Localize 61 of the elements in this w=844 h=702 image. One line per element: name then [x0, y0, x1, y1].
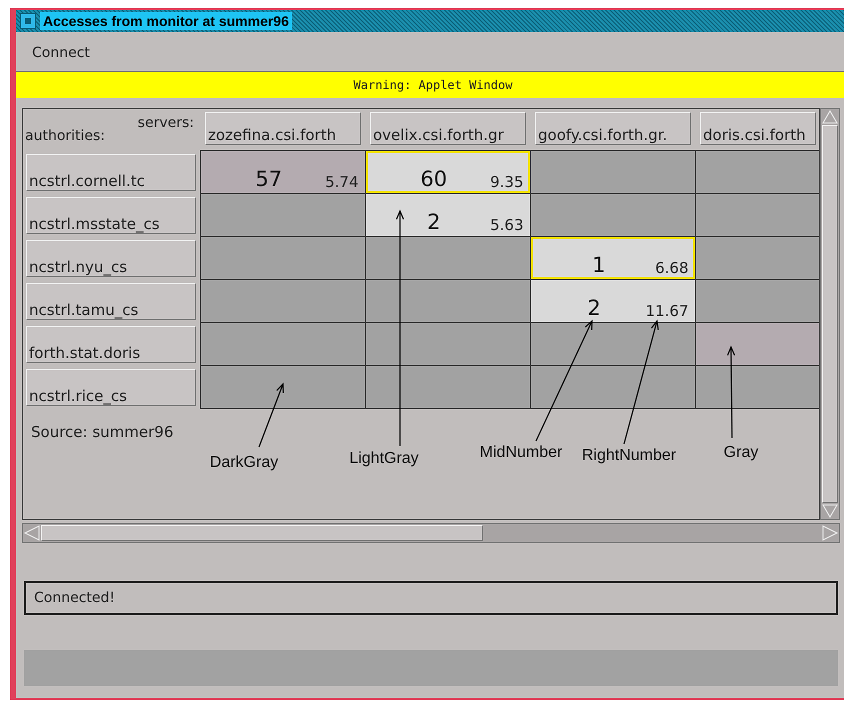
mid-number: 1 [591, 252, 606, 276]
scroll-thumb[interactable] [41, 525, 483, 541]
authority-button[interactable]: ncstrl.nyu_cs [26, 240, 196, 277]
authority-button[interactable]: ncstrl.msstate_cs [26, 197, 196, 234]
matrix-cell[interactable] [530, 192, 696, 236]
matrix-cell[interactable]: 57 5.74 [200, 150, 366, 194]
matrix-cell[interactable] [364, 322, 530, 366]
authority-button[interactable]: ncstrl.tamu_cs [26, 283, 196, 320]
window-title: Accesses from monitor at summer96 [40, 12, 292, 30]
authorities-label: authorities: [25, 128, 106, 144]
right-number: 9.35 [490, 172, 524, 190]
window-menu-button[interactable] [20, 13, 36, 29]
server-header-button[interactable]: goofy.csi.forth.gr. [535, 112, 691, 145]
authority-button[interactable]: ncstrl.rice_cs [26, 369, 196, 406]
matrix-cell[interactable] [694, 322, 819, 366]
matrix-cell[interactable] [200, 322, 366, 366]
matrix-cell[interactable] [200, 236, 366, 280]
mid-number: 2 [426, 210, 442, 234]
matrix-cell[interactable] [530, 322, 696, 366]
mid-number: 60 [419, 166, 448, 190]
matrix-cell[interactable]: 1 6.68 [530, 236, 696, 280]
window-menu-icon [25, 18, 31, 24]
horizontal-scrollbar[interactable] [22, 523, 840, 543]
matrix-cell[interactable] [694, 150, 819, 194]
annotation-label: DarkGray [210, 454, 278, 472]
matrix-cell[interactable] [694, 192, 819, 236]
authority-button[interactable]: ncstrl.cornell.tc [26, 154, 196, 191]
matrix-cell[interactable] [364, 278, 530, 322]
matrix-cell[interactable]: 2 5.63 [364, 192, 530, 236]
mid-number: 57 [254, 166, 284, 190]
annotation-arrow [258, 382, 284, 448]
server-header-button[interactable]: zozefina.csi.forth [205, 112, 361, 145]
warning-text: Warning: Applet Window [354, 78, 512, 92]
matrix-cell[interactable] [200, 278, 366, 322]
annotation-label: LightGray [349, 450, 419, 468]
server-header-button[interactable]: doris.csi.forth [700, 112, 816, 145]
authority-button[interactable]: forth.stat.doris [26, 326, 196, 363]
annotation-label: MidNumber [480, 444, 562, 462]
matrix-cell[interactable] [200, 192, 366, 236]
server-header-button[interactable]: ovelix.csi.forth.gr [370, 112, 526, 145]
right-number: 5.74 [325, 172, 358, 190]
matrix-cell[interactable] [200, 364, 366, 408]
matrix-cell[interactable]: 2 11.67 [530, 278, 696, 322]
matrix-cell[interactable]: 60 9.35 [364, 150, 530, 194]
mid-number: 2 [586, 296, 602, 320]
status-text: Connected! [34, 590, 115, 606]
matrix-cell[interactable] [364, 364, 530, 408]
annotation-label: RightNumber [582, 447, 676, 465]
annotation-label: Gray [724, 444, 758, 462]
source-text: Source: summer96 [31, 423, 174, 441]
matrix-cell[interactable] [694, 278, 819, 322]
matrix-cell[interactable] [530, 150, 696, 194]
matrix-cell[interactable] [364, 236, 530, 280]
matrix-cell[interactable] [694, 364, 819, 408]
menu-item[interactable]: Connect [32, 45, 90, 61]
right-number: 11.67 [646, 302, 688, 320]
servers-label: servers: [138, 115, 194, 131]
matrix-cell[interactable] [694, 236, 819, 280]
matrix-cell[interactable] [530, 364, 696, 408]
right-number: 6.68 [655, 258, 688, 276]
right-number: 5.63 [490, 216, 524, 234]
